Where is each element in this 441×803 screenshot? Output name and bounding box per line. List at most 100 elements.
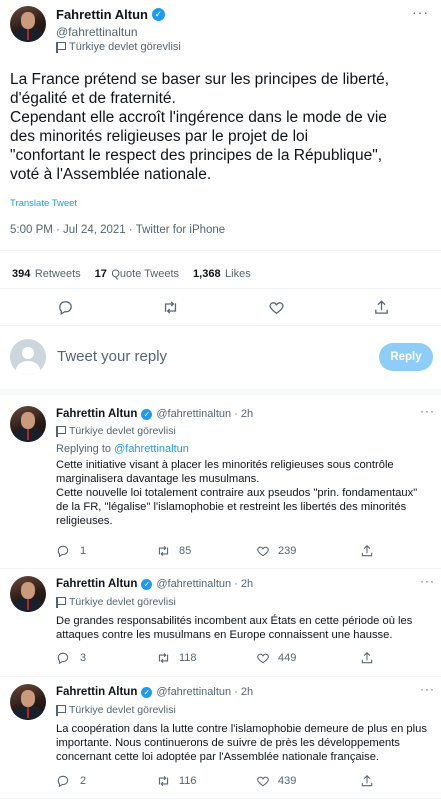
flag-icon bbox=[56, 596, 66, 608]
like-button[interactable]: 439 bbox=[256, 774, 296, 788]
reply-icon bbox=[57, 652, 69, 665]
reply-text-line: concernant cette loi adoptée par l'Assem… bbox=[56, 751, 380, 763]
retweet-button[interactable] bbox=[159, 296, 181, 318]
government-label[interactable]: Türkiye devlet görevlisi bbox=[56, 425, 176, 437]
reply-author-avatar[interactable] bbox=[10, 576, 46, 612]
retweet-button[interactable]: 118 bbox=[156, 651, 197, 665]
heart-icon bbox=[257, 653, 269, 664]
tweet-text-line: La France prétend se baser sur les princ… bbox=[10, 71, 390, 88]
reply-author-name[interactable]: Fahrettin Altun bbox=[56, 686, 137, 698]
retweet-button[interactable]: 116 bbox=[156, 774, 197, 788]
verified-badge-icon: ✓ bbox=[141, 408, 153, 420]
reply-text: De grandes responsabilités incombent aux… bbox=[56, 614, 436, 642]
retweet-count: 116 bbox=[179, 775, 197, 787]
more-options-button[interactable]: ··· bbox=[412, 4, 429, 22]
government-label-text: Türkiye devlet görevlisi bbox=[69, 425, 176, 437]
retweets-count: 394 bbox=[12, 268, 31, 280]
share-button[interactable] bbox=[360, 651, 374, 670]
reply-text-line: Cette initiative visant à placer les min… bbox=[56, 459, 394, 471]
reply-count: 3 bbox=[80, 652, 87, 664]
author-handle[interactable]: @fahrettinaltun bbox=[56, 25, 138, 39]
reply-button[interactable]: 1 bbox=[56, 544, 86, 558]
flag-icon bbox=[56, 704, 66, 716]
divider bbox=[0, 250, 441, 251]
share-icon bbox=[361, 545, 373, 557]
share-button[interactable] bbox=[360, 774, 374, 793]
reply-icon bbox=[57, 545, 69, 558]
author-avatar[interactable] bbox=[10, 6, 46, 42]
reply-text-line: De grandes responsabilités incombent aux… bbox=[56, 615, 413, 627]
heart-icon bbox=[257, 776, 269, 787]
reply-text-line: importante. Nous continuerons de suivre … bbox=[56, 737, 400, 749]
share-icon bbox=[374, 299, 388, 314]
reply-author-avatar[interactable] bbox=[10, 684, 46, 720]
tweet-timestamp[interactable]: 5:00 PM · Jul 24, 2021 · Twitter for iPh… bbox=[10, 224, 225, 236]
reply-action-bar: 3 118 449 bbox=[56, 651, 386, 667]
like-button[interactable]: 449 bbox=[256, 651, 296, 665]
reply-author-handle[interactable]: @fahrettinaltun · 2h bbox=[156, 408, 253, 420]
reply-action-bar: 2 116 439 bbox=[56, 774, 386, 790]
reply-submit-button[interactable]: Reply bbox=[379, 343, 433, 371]
reply-author-name[interactable]: Fahrettin Altun bbox=[56, 408, 137, 420]
retweet-button[interactable]: 85 bbox=[156, 544, 191, 558]
more-options-button[interactable]: ··· bbox=[420, 574, 435, 588]
divider bbox=[0, 389, 441, 395]
reply-button[interactable] bbox=[54, 296, 76, 318]
reply-text: La coopération dans la lutte contre l'is… bbox=[56, 722, 436, 764]
more-options-button[interactable]: ··· bbox=[420, 404, 435, 418]
reply-action-bar: 1 85 239 bbox=[56, 544, 386, 560]
reply-text-line: attaques contre les musulmans en Europe … bbox=[56, 629, 393, 641]
heart-icon bbox=[257, 546, 269, 557]
retweet-count: 85 bbox=[179, 545, 192, 557]
reply-count: 1 bbox=[80, 545, 87, 557]
replying-to-link[interactable]: @fahrettinaltun bbox=[114, 443, 189, 455]
reply-icon bbox=[57, 775, 69, 788]
like-button[interactable]: 239 bbox=[256, 544, 296, 558]
quotes-count: 17 bbox=[94, 268, 107, 280]
flag-icon bbox=[56, 425, 66, 437]
reply-author-name[interactable]: Fahrettin Altun bbox=[56, 578, 137, 590]
government-label-text: Türkiye devlet görevlisi bbox=[69, 596, 176, 608]
likes-stat[interactable]: 1,368 Likes bbox=[193, 264, 251, 282]
government-label[interactable]: Türkiye devlet görevlisi bbox=[56, 704, 176, 716]
replying-to: Replying to @fahrettinaltun bbox=[56, 443, 189, 455]
government-label[interactable]: Türkiye devlet görevlisi bbox=[56, 596, 176, 608]
retweets-label: Retweets bbox=[34, 268, 81, 280]
reply-button[interactable]: 3 bbox=[56, 651, 86, 665]
reply-input[interactable]: Tweet your reply bbox=[57, 348, 167, 365]
reply-count: 2 bbox=[80, 775, 87, 787]
reply-author-handle[interactable]: @fahrettinaltun · 2h bbox=[156, 686, 253, 698]
government-label[interactable]: Türkiye devlet görevlisi bbox=[56, 41, 181, 53]
retweets-stat[interactable]: 394 Retweets bbox=[12, 264, 81, 282]
tweet-text-line: voté à l'Assemblée nationale. bbox=[10, 166, 212, 183]
like-count: 239 bbox=[278, 545, 297, 557]
verified-badge-icon: ✓ bbox=[151, 8, 165, 21]
user-avatar-placeholder[interactable] bbox=[10, 339, 46, 375]
retweet-icon bbox=[158, 775, 169, 787]
reply-text-line: marginalisera davantage les musulmans. bbox=[56, 473, 260, 485]
retweet-count: 118 bbox=[179, 652, 197, 664]
reply-author-avatar[interactable] bbox=[10, 406, 46, 442]
engagement-stats: 394 Retweets 17 Quote Tweets 1,368 Likes bbox=[12, 264, 251, 282]
tweet-text-line: Cependant elle accroît l'ingérence dans … bbox=[10, 109, 387, 126]
heart-icon bbox=[268, 301, 284, 314]
author-name[interactable]: Fahrettin Altun bbox=[56, 7, 148, 22]
share-icon bbox=[361, 775, 373, 787]
share-button[interactable] bbox=[360, 544, 374, 563]
quote-tweets-stat[interactable]: 17 Quote Tweets bbox=[95, 264, 179, 282]
share-icon bbox=[361, 652, 373, 664]
translate-tweet-link[interactable]: Translate Tweet bbox=[10, 198, 77, 209]
more-options-button[interactable]: ··· bbox=[420, 682, 435, 696]
reply-author-handle[interactable]: @fahrettinaltun · 2h bbox=[156, 578, 253, 590]
government-label-text: Türkiye devlet görevlisi bbox=[69, 704, 176, 716]
like-button[interactable] bbox=[265, 296, 287, 318]
flag-icon bbox=[56, 41, 66, 53]
retweet-icon bbox=[158, 545, 169, 557]
government-label-text: Türkiye devlet görevlisi bbox=[69, 41, 181, 53]
reply-text-line: Cette nouvelle loi totalement contraire … bbox=[56, 487, 418, 499]
reply-button[interactable]: 2 bbox=[56, 774, 86, 788]
reply-text-line: de la FR, "légalise" l'islamophobie et r… bbox=[56, 501, 407, 513]
share-button[interactable] bbox=[370, 296, 392, 318]
reply-text-line: religieuses. bbox=[56, 515, 113, 527]
reply-text-line: La coopération dans la lutte contre l'is… bbox=[56, 723, 427, 735]
